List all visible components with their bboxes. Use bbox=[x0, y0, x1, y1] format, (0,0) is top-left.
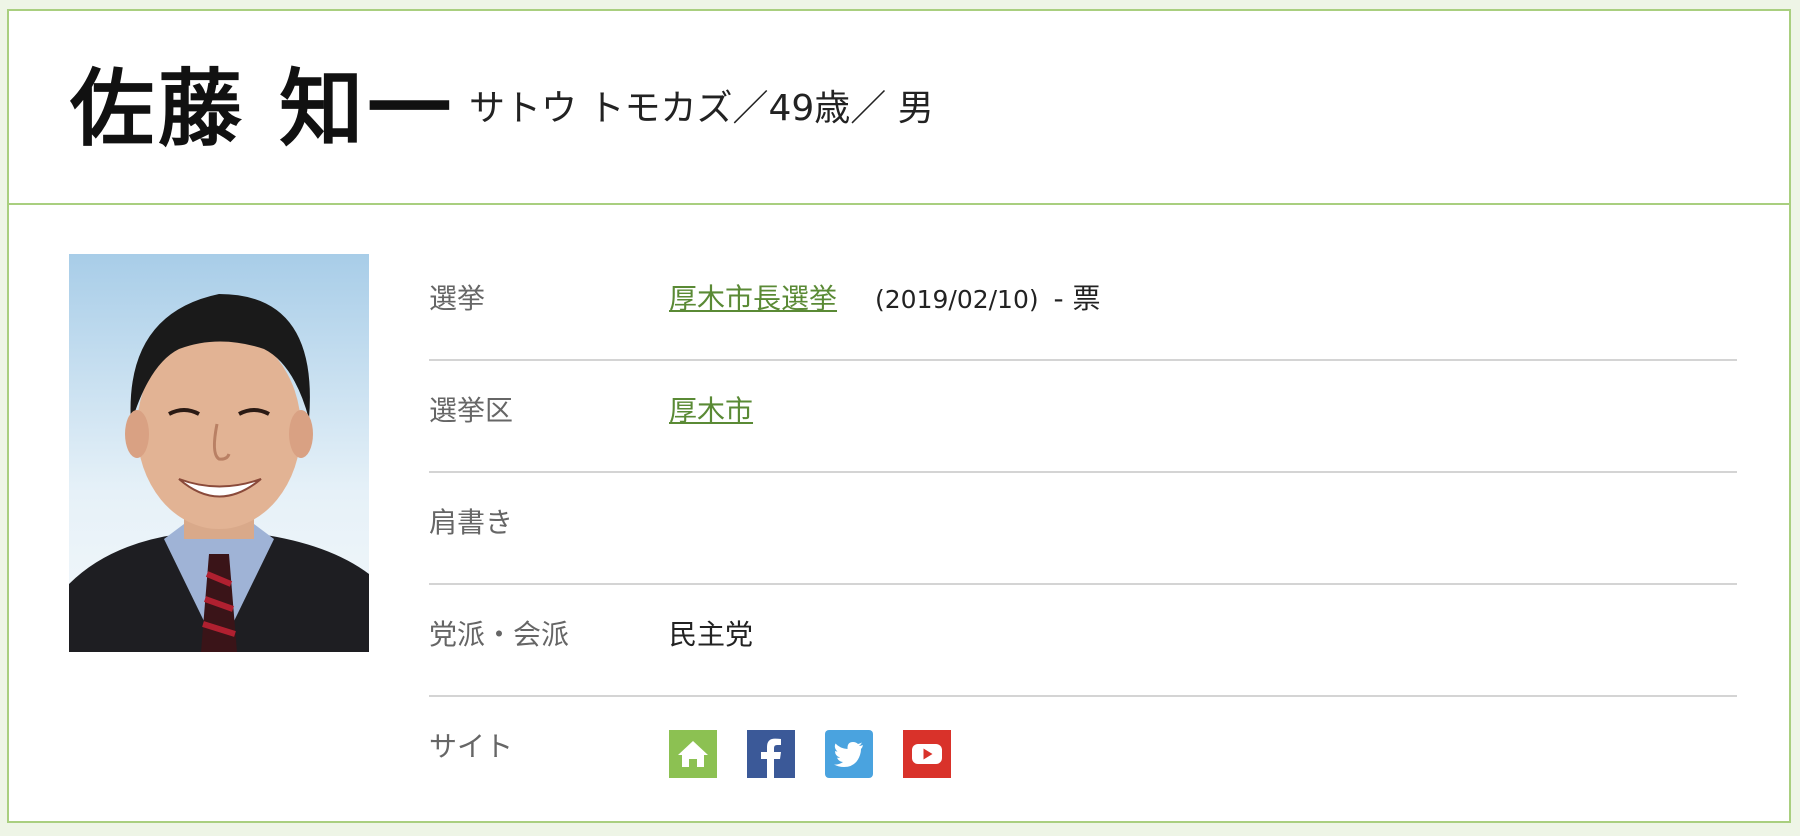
candidate-card: 佐藤 知一 サトウ トモカズ／49歳／ 男 選挙 厚木市長選挙 (2019/02… bbox=[7, 9, 1791, 823]
detail-row-district: 選挙区 厚木市 bbox=[429, 361, 1737, 473]
candidate-header: 佐藤 知一 サトウ トモカズ／49歳／ 男 bbox=[9, 11, 1789, 205]
facebook-icon[interactable] bbox=[747, 730, 795, 778]
district-value: 厚木市 bbox=[669, 389, 753, 429]
election-link[interactable]: 厚木市長選挙 bbox=[669, 282, 837, 315]
candidate-photo bbox=[69, 254, 369, 652]
youtube-icon[interactable] bbox=[903, 730, 951, 778]
detail-row-sites: サイト bbox=[429, 697, 1737, 809]
candidate-reading-age-gender: サトウ トモカズ／49歳／ 男 bbox=[469, 88, 934, 129]
twitter-icon[interactable] bbox=[825, 730, 873, 778]
candidate-details: 選挙 厚木市長選挙 (2019/02/10) - 票 選挙区 厚木市 肩書き 党派… bbox=[429, 249, 1737, 809]
party-value: 民主党 bbox=[669, 618, 754, 651]
detail-row-election: 選挙 厚木市長選挙 (2019/02/10) - 票 bbox=[429, 249, 1737, 361]
detail-row-title: 肩書き bbox=[429, 473, 1737, 585]
sites-label: サイト bbox=[429, 730, 514, 763]
election-label: 選挙 bbox=[429, 282, 486, 315]
detail-row-party: 党派・会派 民主党 bbox=[429, 585, 1737, 697]
district-label: 選挙区 bbox=[429, 394, 514, 427]
title-label: 肩書き bbox=[429, 506, 514, 539]
election-votes: - 票 bbox=[1053, 282, 1101, 315]
candidate-name: 佐藤 知一 bbox=[70, 60, 456, 158]
election-value: 厚木市長選挙 (2019/02/10) - 票 bbox=[669, 277, 1101, 317]
election-date: (2019/02/10) bbox=[875, 285, 1039, 314]
party-label: 党派・会派 bbox=[429, 618, 570, 651]
site-icons bbox=[669, 730, 951, 778]
district-link[interactable]: 厚木市 bbox=[669, 394, 753, 427]
home-icon[interactable] bbox=[669, 730, 717, 778]
